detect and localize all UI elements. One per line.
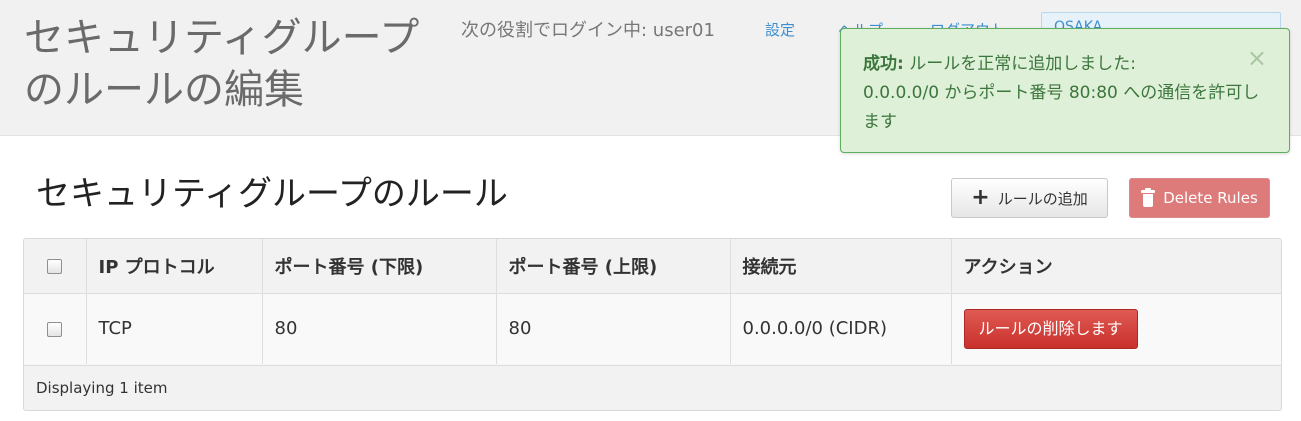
table-header-row: IP プロトコル ポート番号 (下限) ポート番号 (上限) 接続元 アクション — [24, 239, 1281, 293]
rules-table: IP プロトコル ポート番号 (下限) ポート番号 (上限) 接続元 アクション… — [23, 238, 1282, 411]
page-title: セキュリティグループのルールの編集 — [24, 15, 420, 113]
cell-source: 0.0.0.0/0 (CIDR) — [730, 293, 952, 364]
cell-port-min: 80 — [262, 293, 497, 364]
trash-icon — [1141, 188, 1156, 207]
header-port-max[interactable]: ポート番号 (上限) — [496, 239, 731, 293]
row-checkbox[interactable] — [47, 321, 63, 337]
header-source[interactable]: 接続元 — [730, 239, 952, 293]
header-actions: アクション — [963, 256, 1053, 278]
header-port-min[interactable]: ポート番号 (下限) — [262, 239, 497, 293]
select-all-checkbox[interactable] — [47, 258, 63, 274]
delete-rule-button[interactable]: ルールの削除します — [963, 308, 1138, 349]
close-icon[interactable]: × — [1247, 45, 1267, 71]
cell-protocol: TCP — [86, 293, 263, 364]
table-row: TCP 80 80 0.0.0.0/0 (CIDR) ルールの削除します — [24, 293, 1281, 364]
success-alert: × 成功: ルールを正常に追加しました: 0.0.0.0/0 からポート番号 8… — [840, 28, 1290, 153]
add-rule-label: ルールの追加 — [997, 189, 1088, 208]
section-title: セキュリティグループのルール — [36, 174, 508, 214]
cell-port-max: 80 — [496, 293, 731, 364]
settings-link[interactable]: 設定 — [765, 19, 795, 40]
alert-label: 成功: — [863, 54, 904, 74]
logged-in-user: 次の役割でログイン中: user01 — [461, 20, 715, 41]
alert-port-range: 80:80 — [1068, 83, 1118, 103]
cell-actions: ルールの削除します — [951, 293, 1281, 364]
row-select-cell — [24, 293, 87, 364]
alert-message-1: ルールを正常に追加しました: — [903, 54, 1136, 74]
table-footer: Displaying 1 item — [24, 365, 1281, 410]
delete-rules-button[interactable]: Delete Rules — [1129, 178, 1270, 218]
add-rule-button[interactable]: + ルールの追加 — [951, 178, 1108, 218]
alert-cidr: 0.0.0.0/0 — [863, 83, 940, 103]
select-all-cell — [24, 239, 87, 293]
plus-icon: + — [971, 185, 990, 210]
header-protocol[interactable]: IP プロトコル — [86, 239, 263, 293]
alert-message-2: からポート番号 — [939, 83, 1069, 103]
delete-rules-label: Delete Rules — [1163, 189, 1258, 207]
